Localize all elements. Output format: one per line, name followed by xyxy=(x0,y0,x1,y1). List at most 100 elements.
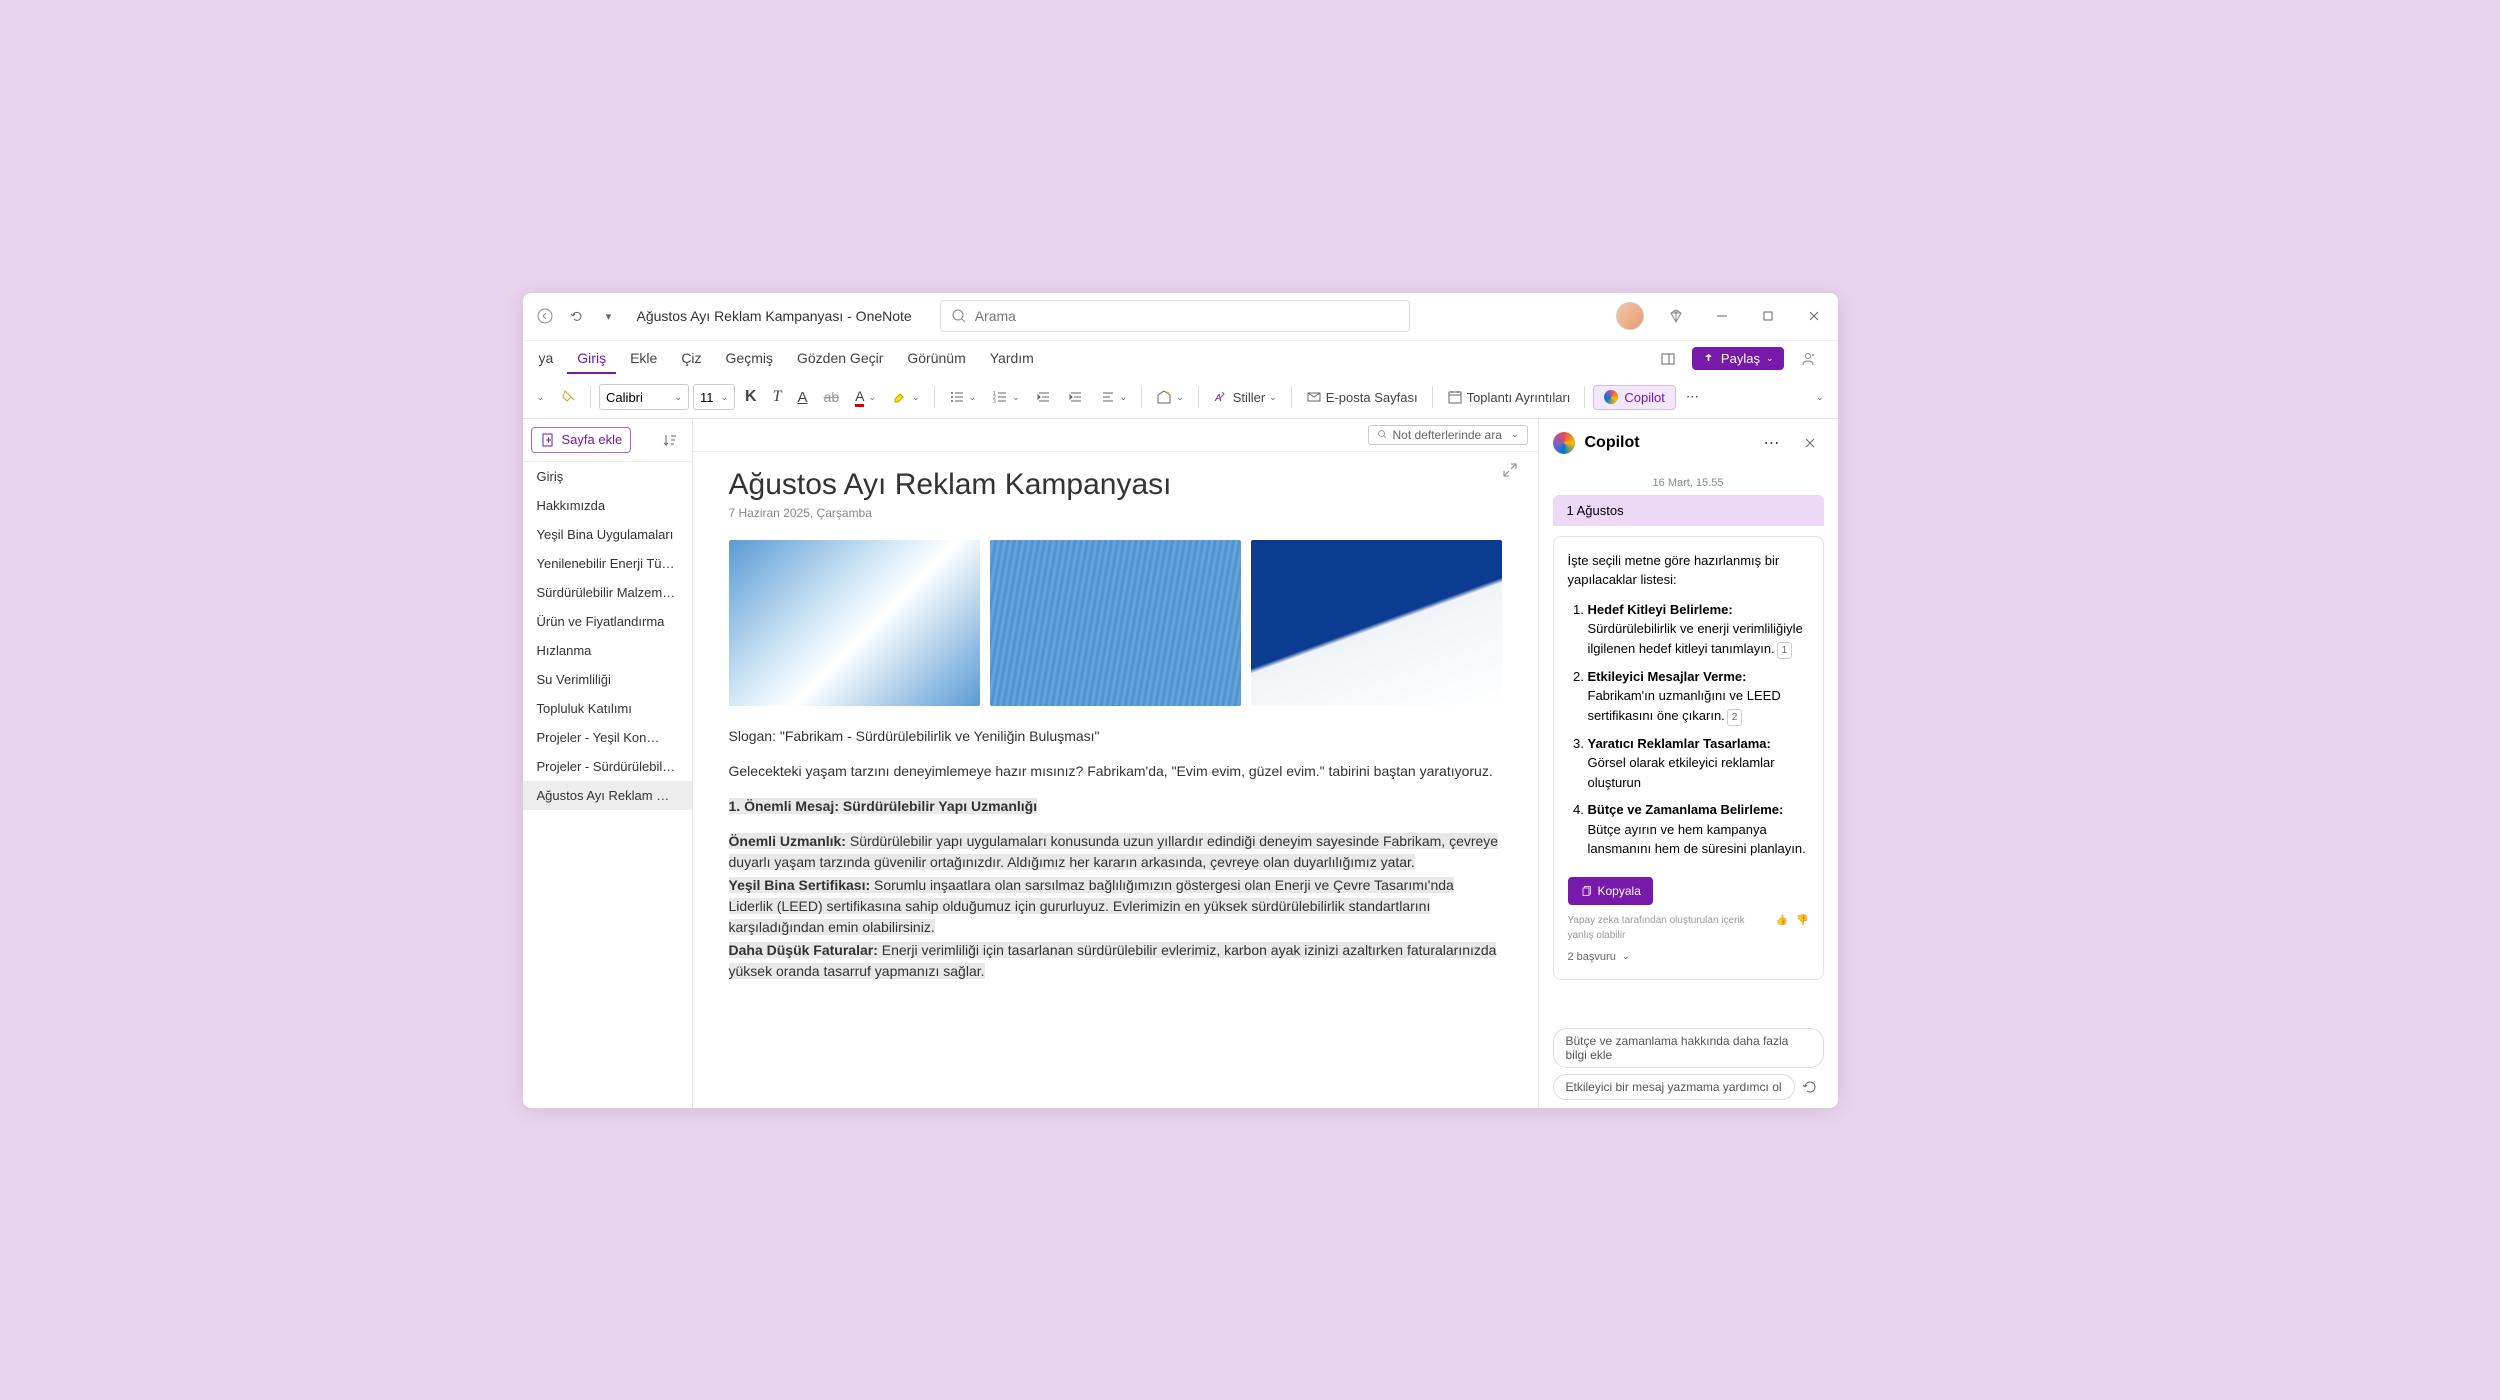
page-list-item[interactable]: Yeşil Bina Uygulamaları xyxy=(523,520,692,549)
content-image-3[interactable] xyxy=(1251,540,1502,706)
page-list-item[interactable]: Ürün ve Fiyatlandırma xyxy=(523,607,692,636)
indent-button[interactable] xyxy=(1062,385,1090,409)
add-page-button[interactable]: Sayfa ekle xyxy=(531,427,632,453)
search-icon xyxy=(1377,429,1389,441)
back-button[interactable] xyxy=(533,304,557,328)
more-button[interactable]: ⋯ xyxy=(1680,385,1705,409)
page-list-item[interactable]: Hızlanma xyxy=(523,636,692,665)
suggestion-chip[interactable]: Etkileyici bir mesaj yazmama yardımcı ol xyxy=(1553,1074,1795,1100)
ribbon-tab-çiz[interactable]: Çiz xyxy=(671,344,711,374)
highlight-button[interactable]: ⌄ xyxy=(886,385,926,409)
search-input[interactable] xyxy=(975,308,1399,324)
ribbon-tab-ekle[interactable]: Ekle xyxy=(620,344,667,374)
page-list-item[interactable]: Projeler - Sürdürülebilir B… xyxy=(523,752,692,781)
copilot-title: Copilot xyxy=(1585,434,1748,452)
slogan-text: Slogan: "Fabrikam - Sürdürülebilirlik ve… xyxy=(729,726,1502,747)
intro-text: Gelecekteki yaşam tarzını deneyimlemeye … xyxy=(729,761,1502,782)
ribbon-tabs: yaGirişEkleÇizGeçmişGözden GeçirGörünümY… xyxy=(523,341,1838,377)
font-family-dropdown[interactable]: Calibri⌄ xyxy=(599,384,689,410)
copilot-toolbar-button[interactable]: Copilot xyxy=(1593,385,1675,410)
page-list-item[interactable]: Hakkımızda xyxy=(523,491,692,520)
maximize-button[interactable] xyxy=(1754,302,1782,330)
page-list-sidebar: Sayfa ekle GirişHakkımızdaYeşil Bina Uyg… xyxy=(523,419,693,1108)
window-title: Ağustos Ayı Reklam Kampanyası - OneNote xyxy=(637,308,912,324)
suggestion-chip[interactable]: Bütçe ve zamanlama hakkında daha fazla b… xyxy=(1553,1028,1824,1068)
copilot-person-icon[interactable] xyxy=(1794,347,1822,371)
search-icon xyxy=(951,308,967,324)
section-heading-1: 1. Önemli Mesaj: Sürdürülebilir Yapı Uzm… xyxy=(729,798,1038,814)
copilot-list-item: Bütçe ve Zamanlama Belirleme: Bütçe ayır… xyxy=(1588,800,1809,859)
undo-button[interactable] xyxy=(565,304,589,328)
content-image-2[interactable] xyxy=(990,540,1241,706)
references-toggle[interactable]: 2 başvuru⌄ xyxy=(1568,949,1809,966)
ribbon-tab-görünüm[interactable]: Görünüm xyxy=(897,344,975,374)
page-title[interactable]: Ağustos Ayı Reklam Kampanyası xyxy=(729,468,1502,502)
reference-badge[interactable]: 2 xyxy=(1727,709,1743,726)
copilot-list-item: Etkileyici Mesajlar Verme: Fabrikam'ın u… xyxy=(1588,667,1809,726)
ribbon-tab-gözden geçir[interactable]: Gözden Geçir xyxy=(787,344,893,374)
format-painter-button[interactable] xyxy=(554,385,582,409)
ribbon-tab-yardım[interactable]: Yardım xyxy=(980,344,1044,374)
meeting-details-button[interactable]: Toplantı Ayrıntıları xyxy=(1441,385,1577,409)
copy-button[interactable]: Kopyala xyxy=(1568,877,1653,905)
collapse-ribbon-button[interactable]: ⌄ xyxy=(1810,388,1830,407)
italic-button[interactable]: T xyxy=(767,384,788,410)
disclaimer-text: Yapay zeka tarafından oluşturulan içerik… xyxy=(1568,913,1748,943)
copilot-context-chip[interactable]: 1 Ağustos xyxy=(1553,495,1824,526)
copilot-list-item: Hedef Kitleyi Belirleme: Sürdürülebilirl… xyxy=(1588,600,1809,659)
styles-button[interactable]: AStiller⌄ xyxy=(1207,385,1283,409)
page-list-item[interactable]: Ağustos Ayı Reklam Ka… xyxy=(523,781,692,810)
reference-badge[interactable]: 1 xyxy=(1777,642,1793,659)
bold-button[interactable]: K xyxy=(739,384,763,410)
notebook-search-dropdown[interactable]: Not defterlerinde ara ⌄ xyxy=(1368,425,1528,445)
content-image-1[interactable] xyxy=(729,540,980,706)
svg-text:3: 3 xyxy=(993,399,996,405)
sort-button[interactable] xyxy=(656,428,684,452)
font-color-button[interactable]: A⌄ xyxy=(849,384,882,411)
body-text[interactable]: Slogan: "Fabrikam - Sürdürülebilirlik ve… xyxy=(729,726,1502,982)
minimize-button[interactable] xyxy=(1708,302,1736,330)
copilot-close-button[interactable] xyxy=(1796,431,1824,455)
copilot-suggestions: Bütçe ve zamanlama hakkında daha fazla b… xyxy=(1539,1020,1838,1108)
expand-icon[interactable] xyxy=(1502,462,1518,483)
page-list-item[interactable]: Yenilenebilir Enerji Tümleş… xyxy=(523,549,692,578)
copy-icon xyxy=(1580,885,1592,897)
page-list-item[interactable]: Projeler - Yeşil Kon… xyxy=(523,723,692,752)
page-list-item[interactable]: Sürdürülebilir Malzemeler xyxy=(523,578,692,607)
customize-qat-button[interactable]: ▾ xyxy=(597,304,621,328)
align-button[interactable]: ⌄ xyxy=(1094,385,1134,409)
copilot-response-card: İşte seçili metne göre hazırlanmış bir y… xyxy=(1553,536,1824,981)
email-page-button[interactable]: E-posta Sayfası xyxy=(1300,385,1424,409)
font-size-dropdown[interactable]: 11⌄ xyxy=(693,384,735,410)
tag-button[interactable]: ⌄ xyxy=(1150,385,1190,409)
strike-button[interactable]: ab xyxy=(818,385,846,409)
ribbon-tab-ya[interactable]: ya xyxy=(529,344,564,374)
ribbon-tab-geçmiş[interactable]: Geçmiş xyxy=(716,344,783,374)
bullets-button[interactable]: ⌄ xyxy=(943,385,983,409)
page-list-item[interactable]: Topluluk Katılımı xyxy=(523,694,692,723)
underline-button[interactable]: A xyxy=(792,385,814,410)
copilot-timestamp: 16 Mart, 15.55 xyxy=(1553,477,1824,489)
open-pane-button[interactable] xyxy=(1654,347,1682,371)
titlebar: ▾ Ağustos Ayı Reklam Kampanyası - OneNot… xyxy=(523,293,1838,341)
diamond-icon[interactable] xyxy=(1662,302,1690,330)
refresh-suggestions-button[interactable] xyxy=(1796,1075,1824,1099)
paste-dropdown[interactable]: ⌄ xyxy=(531,388,551,407)
page-list-item[interactable]: Giriş xyxy=(523,462,692,491)
copilot-more-button[interactable]: ⋯ xyxy=(1758,429,1786,457)
thumbs-up-button[interactable]: 👍 xyxy=(1776,913,1788,928)
page-list-item[interactable]: Su Verimliliği xyxy=(523,665,692,694)
app-window: ▾ Ağustos Ayı Reklam Kampanyası - OneNot… xyxy=(523,293,1838,1108)
copilot-intro-text: İşte seçili metne göre hazırlanmış bir y… xyxy=(1568,551,1809,590)
search-box[interactable] xyxy=(940,300,1410,332)
thumbs-down-button[interactable]: 👎 xyxy=(1796,913,1808,928)
outdent-button[interactable] xyxy=(1030,385,1058,409)
bullet-3-label: Daha Düşük Faturalar: xyxy=(729,942,878,958)
copilot-panel: Copilot ⋯ 16 Mart, 15.55 1 Ağustos İşte … xyxy=(1538,419,1838,1108)
numbering-button[interactable]: 123⌄ xyxy=(986,385,1026,409)
bullet-1-label: Önemli Uzmanlık: xyxy=(729,833,846,849)
share-button[interactable]: Paylaş ⌄ xyxy=(1692,347,1784,370)
close-button[interactable] xyxy=(1800,302,1828,330)
user-avatar[interactable] xyxy=(1616,302,1644,330)
ribbon-tab-giriş[interactable]: Giriş xyxy=(567,344,616,374)
